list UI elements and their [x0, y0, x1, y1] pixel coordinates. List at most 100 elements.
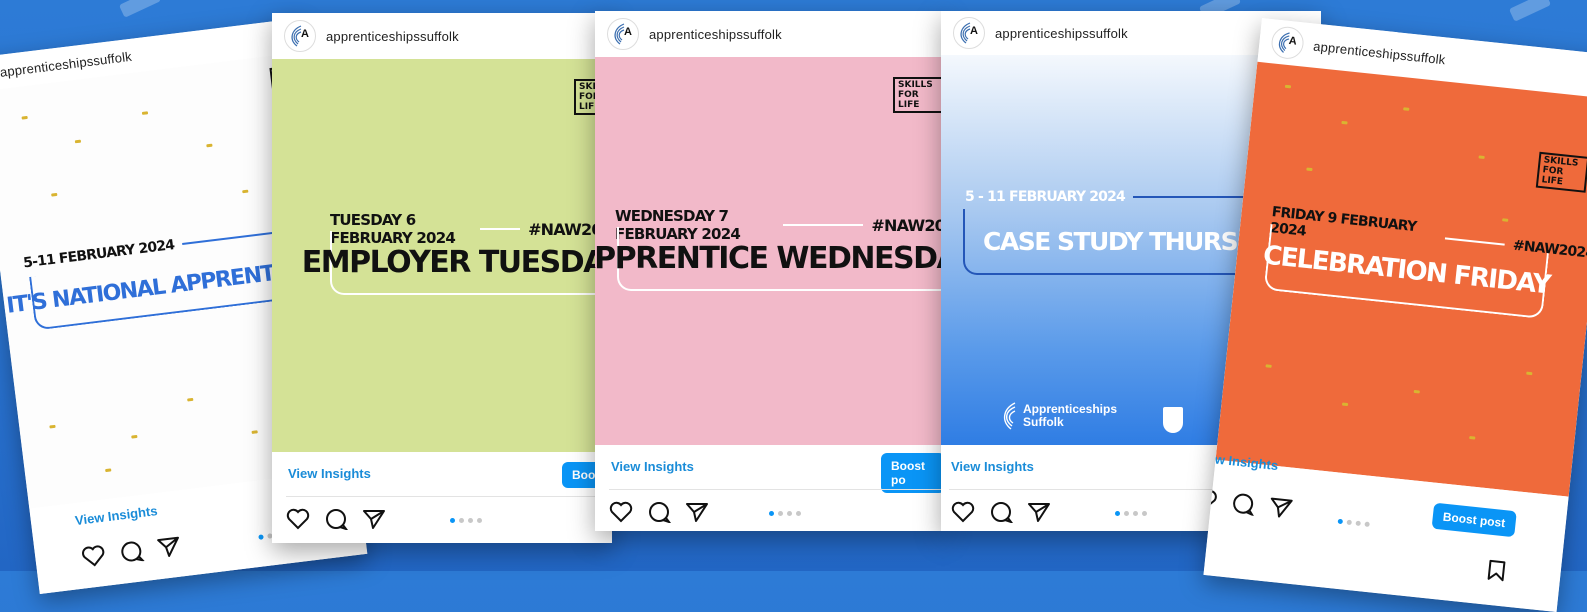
share-icon[interactable] [1027, 501, 1051, 528]
avatar[interactable]: A [953, 17, 985, 49]
carousel-dot [796, 511, 801, 516]
post-username[interactable]: apprenticeshipssuffolk [326, 29, 459, 44]
carousel-dot [468, 518, 473, 523]
avatar[interactable]: A [1269, 25, 1306, 61]
share-icon[interactable] [362, 508, 386, 535]
post-actions [286, 508, 386, 535]
post-footer: View Insights Boost po [595, 445, 945, 531]
boost-post-button[interactable]: Boost po [881, 453, 945, 493]
carousel-dots [1115, 511, 1147, 516]
confetti [1403, 107, 1410, 111]
comment-icon[interactable] [324, 508, 349, 535]
post-title: APPRENTICE WEDNESDAY [595, 240, 945, 276]
avatar[interactable]: A [607, 18, 639, 50]
view-insights-link[interactable]: View Insights [951, 459, 1034, 474]
carousel-dot-active [1337, 518, 1344, 525]
background-decoration [1508, 0, 1552, 22]
post-header: A apprenticeshipssuffolk [595, 11, 945, 57]
carousel-dots [1337, 518, 1370, 528]
post-title-box: EMPLOYER TUESDAY [302, 231, 612, 295]
footer-divider [609, 489, 945, 490]
post-actions [1203, 488, 1294, 525]
like-icon[interactable] [609, 501, 633, 528]
post-username[interactable]: apprenticeshipssuffolk [995, 26, 1128, 41]
post-date: 5 - 11 FEBRUARY 2024 [965, 189, 1126, 205]
confetti [242, 189, 249, 194]
post-card-apprentice: A apprenticeshipssuffolk SKILLS FOR LIFE… [595, 11, 945, 531]
post-actions [80, 534, 183, 573]
like-icon[interactable] [951, 501, 975, 528]
comment-icon[interactable] [1230, 491, 1257, 520]
carousel-dots [769, 511, 801, 516]
post-username[interactable]: apprenticeshipssuffolk [1313, 38, 1447, 67]
confetti [1413, 389, 1420, 394]
confetti [131, 434, 138, 439]
confetti [1341, 402, 1349, 407]
carousel-dot [1124, 511, 1129, 516]
view-insights-link[interactable]: View Insights [611, 459, 694, 474]
date-line [480, 228, 521, 230]
like-icon[interactable] [286, 508, 310, 535]
confetti [251, 430, 258, 434]
share-icon[interactable] [156, 534, 183, 564]
post-header: A apprenticeshipssuffolk [272, 13, 612, 59]
carousel-dot [1355, 520, 1361, 527]
comment-icon[interactable] [647, 501, 672, 528]
like-icon[interactable] [80, 544, 107, 574]
comment-icon[interactable] [989, 501, 1014, 528]
carousel-dots [258, 533, 273, 540]
post-card-employer: A apprenticeshipssuffolk SKILLS FOR LIFE… [272, 13, 612, 543]
brand-name: Apprenticeships Suffolk [1023, 402, 1118, 429]
carousel-dot [787, 511, 792, 516]
post-username[interactable]: apprenticeshipssuffolk [649, 27, 782, 42]
post-image[interactable]: SKILLS FOR LIFE WEDNESDAY 7 FEBRUARY 202… [595, 57, 945, 445]
carousel-dot-active [1115, 511, 1120, 516]
background-decoration [118, 0, 162, 18]
carousel-dot-active [450, 518, 455, 523]
carousel-dots [450, 518, 482, 523]
confetti [105, 468, 112, 473]
comment-icon[interactable] [118, 539, 146, 569]
confetti [1306, 167, 1313, 172]
skills-for-life-logo: SKILLS FOR LIFE [893, 77, 943, 113]
share-icon[interactable] [1267, 495, 1294, 524]
carousel-dot [459, 518, 464, 523]
confetti [1284, 84, 1292, 89]
share-icon[interactable] [685, 501, 709, 528]
footer-divider [286, 496, 612, 497]
post-image[interactable]: SKILLS FOR LIFE FRIDAY 9 FEBRUARY 2024 #… [1215, 61, 1587, 497]
carousel-dot [1142, 511, 1147, 516]
confetti [1526, 371, 1533, 376]
post-title: EMPLOYER TUESDAY [301, 244, 612, 280]
post-image[interactable]: SKILLS FOR LIFE TUESDAY 6 FEBRUARY 2024 … [272, 59, 612, 452]
confetti [1469, 435, 1476, 440]
carousel-dot [1133, 511, 1138, 516]
carousel-dot-active [769, 511, 774, 516]
apprenticeships-suffolk-logo: Apprenticeships Suffolk [999, 401, 1118, 431]
post-footer: View Insights Boos [272, 452, 612, 543]
post-title: CASE STUDY THURS [983, 226, 1239, 256]
confetti [1478, 155, 1485, 160]
confetti [187, 397, 194, 402]
crest-icon [1163, 407, 1183, 433]
confetti [206, 143, 213, 148]
carousel-dot [1346, 519, 1353, 526]
view-insights-link[interactable]: View Insights [74, 503, 158, 528]
confetti [74, 139, 82, 144]
post-card-celebration: A apprenticeshipssuffolk SKILLS FOR LIFE… [1203, 18, 1587, 612]
post-actions [951, 501, 1051, 528]
confetti [51, 192, 58, 197]
carousel-dot [477, 518, 482, 523]
confetti [1341, 120, 1348, 125]
avatar[interactable]: A [284, 20, 316, 52]
confetti [141, 111, 149, 115]
boost-post-button[interactable]: Boost post [1431, 502, 1517, 538]
bookmark-icon[interactable] [1486, 559, 1507, 588]
carousel-dot [1364, 521, 1370, 528]
view-insights-link[interactable]: View Insights [288, 466, 371, 481]
confetti [21, 115, 28, 120]
carousel-dot [778, 511, 783, 516]
post-title-box: APPRENTICE WEDNESDAY [595, 227, 945, 291]
post-title: CELEBRATION FRIDAY [1261, 240, 1552, 301]
carousel-dot-active [258, 534, 264, 540]
